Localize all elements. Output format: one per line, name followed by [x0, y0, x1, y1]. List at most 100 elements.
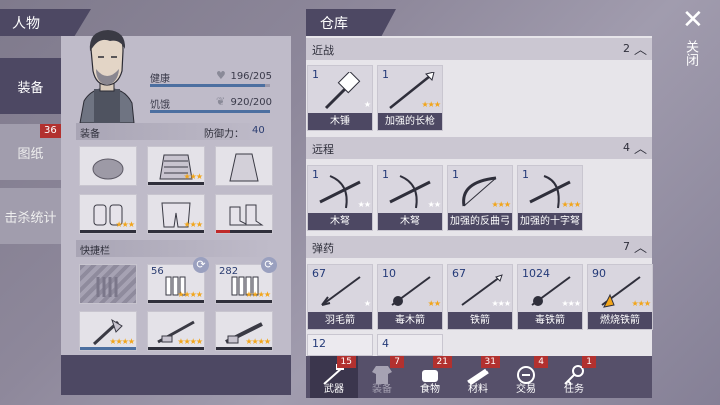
- category-melee[interactable]: 近战 2 ︿: [306, 38, 652, 60]
- chevron-up-icon[interactable]: ︿: [634, 138, 647, 157]
- tab-materials[interactable]: 31 材料: [454, 356, 502, 398]
- close-icon[interactable]: ✕: [682, 7, 704, 33]
- item-stars: ★★★: [421, 100, 440, 109]
- item-count: 67: [312, 267, 326, 280]
- tab-equipment[interactable]: 装备: [0, 58, 61, 114]
- quick-slot-2-stars: ★★★★: [177, 290, 203, 299]
- item-card[interactable]: 67 ★★★ 铁箭: [447, 264, 513, 330]
- chevron-up-icon[interactable]: ︿: [634, 237, 647, 256]
- refresh-icon[interactable]: ⟳: [261, 257, 277, 273]
- tab-trade-label: 交易: [516, 384, 536, 395]
- tab-food[interactable]: 21 食物: [406, 356, 454, 398]
- category-ranged[interactable]: 远程 4 ︿: [306, 137, 652, 159]
- category-melee-count: 2: [623, 42, 630, 55]
- item-count: 12: [312, 337, 326, 350]
- item-name: 加强的十字弩: [518, 213, 582, 230]
- health-label: 健康: [150, 74, 170, 85]
- tab-materials-badge: 31: [480, 356, 500, 368]
- item-name: 毒木箭: [378, 312, 442, 329]
- item-stars: ★: [363, 100, 371, 109]
- category-ammo-label: 弹药: [312, 242, 334, 255]
- item-count: 1024: [522, 267, 550, 280]
- tab-weapons-badge: 15: [336, 356, 356, 368]
- chevron-up-icon[interactable]: ︿: [634, 39, 647, 58]
- item-count: 1: [312, 68, 319, 81]
- item-name: 木弩: [308, 213, 372, 230]
- tab-quests-label: 任务: [564, 384, 584, 395]
- tab-quests[interactable]: 1 任务: [550, 356, 598, 398]
- jacket-icon: [229, 153, 259, 182]
- quick-slot-4[interactable]: ★★★★: [79, 311, 137, 351]
- tab-gear-label: 装备: [372, 384, 392, 395]
- slot-body-stars: ★★★: [183, 172, 202, 181]
- character-panel-footer: [61, 355, 291, 395]
- item-card[interactable]: 12: [307, 334, 373, 356]
- close-label[interactable]: 关闭: [683, 40, 700, 66]
- category-ranged-count: 4: [623, 141, 630, 154]
- health-value: 196/205: [230, 71, 272, 82]
- category-ammo-count: 7: [623, 240, 630, 253]
- item-name: 燃烧铁箭: [588, 312, 652, 329]
- category-ranged-label: 远程: [312, 143, 334, 156]
- item-stars: ★★: [427, 200, 441, 209]
- slot-head[interactable]: [79, 146, 137, 186]
- item-card[interactable]: 90 ★★★ 燃烧铁箭: [587, 264, 653, 330]
- item-card[interactable]: 1 ★★★ 加强的十字弩: [517, 165, 583, 231]
- item-count: 1: [522, 168, 529, 181]
- item-name: 羽毛箭: [308, 312, 372, 329]
- tab-blueprints-label: 图纸: [17, 146, 44, 162]
- warehouse-title: 仓库: [306, 9, 396, 36]
- equipment-header: 装备 防御力： 40: [76, 123, 271, 140]
- item-count: 1: [382, 168, 389, 181]
- item-name: 加强的长枪: [378, 113, 442, 130]
- item-stars: ★★: [357, 200, 371, 209]
- quick-slot-5-stars: ★★★★: [177, 337, 203, 346]
- health-bar: [150, 84, 270, 87]
- item-card[interactable]: 10 ★★ 毒木箭: [377, 264, 443, 330]
- item-count: 1: [452, 168, 459, 181]
- item-count: 10: [382, 267, 396, 280]
- item-count: 1: [382, 68, 389, 81]
- item-card[interactable]: 1 ★★ 木弩: [377, 165, 443, 231]
- quick-slot-3-stars: ★★★★: [245, 290, 271, 299]
- category-ammo[interactable]: 弹药 7 ︿: [306, 236, 652, 258]
- hunger-bar: [150, 110, 270, 113]
- quick-slot-5[interactable]: ★★★★: [147, 311, 205, 351]
- quick-slot-locked[interactable]: [79, 264, 137, 304]
- slot-hands[interactable]: ★★★: [79, 194, 137, 234]
- item-stars: ★★★: [491, 200, 510, 209]
- item-stars: ★★★: [561, 299, 580, 308]
- tab-kill-stats[interactable]: 击杀统计: [0, 188, 61, 244]
- item-card[interactable]: 1 ★★★ 加强的反曲弓: [447, 165, 513, 231]
- hunger-label: 饥饿: [150, 100, 170, 111]
- item-count: 67: [452, 267, 466, 280]
- item-card[interactable]: 1 ★★ 木弩: [307, 165, 373, 231]
- slot-cloak[interactable]: [215, 146, 273, 186]
- tab-trade[interactable]: 4 交易: [502, 356, 550, 398]
- item-card[interactable]: 1 ★★★ 加强的长枪: [377, 65, 443, 131]
- item-count: 4: [382, 337, 389, 350]
- item-name: 毒铁箭: [518, 312, 582, 329]
- item-stars: ★★: [427, 299, 441, 308]
- tab-gear[interactable]: 7 装备: [358, 356, 406, 398]
- tab-blueprints[interactable]: 图纸 36: [0, 124, 61, 180]
- slot-legs[interactable]: ★★★: [147, 194, 205, 234]
- cap-icon: [92, 158, 124, 180]
- refresh-icon[interactable]: ⟳: [193, 257, 209, 273]
- item-card[interactable]: 67 ★ 羽毛箭: [307, 264, 373, 330]
- item-count: 1: [312, 168, 319, 181]
- quick-slot-6[interactable]: ★★★★: [215, 311, 273, 351]
- tab-kill-stats-label: 击杀统计: [4, 210, 57, 226]
- hammer-icon: [324, 72, 361, 110]
- item-card[interactable]: 1 ★ 木锤: [307, 65, 373, 131]
- slot-feet[interactable]: [215, 194, 273, 234]
- slot-hands-stars: ★★★: [115, 220, 134, 229]
- tab-food-badge: 21: [432, 356, 452, 368]
- hunger-value: 920/200: [230, 97, 272, 108]
- slot-body[interactable]: ★★★: [147, 146, 205, 186]
- item-stars: ★★★: [491, 299, 510, 308]
- tab-trade-badge: 4: [534, 356, 548, 368]
- item-card[interactable]: 1024 ★★★ 毒铁箭: [517, 264, 583, 330]
- tab-weapons[interactable]: 15 武器: [310, 356, 358, 398]
- item-card[interactable]: 4: [377, 334, 443, 356]
